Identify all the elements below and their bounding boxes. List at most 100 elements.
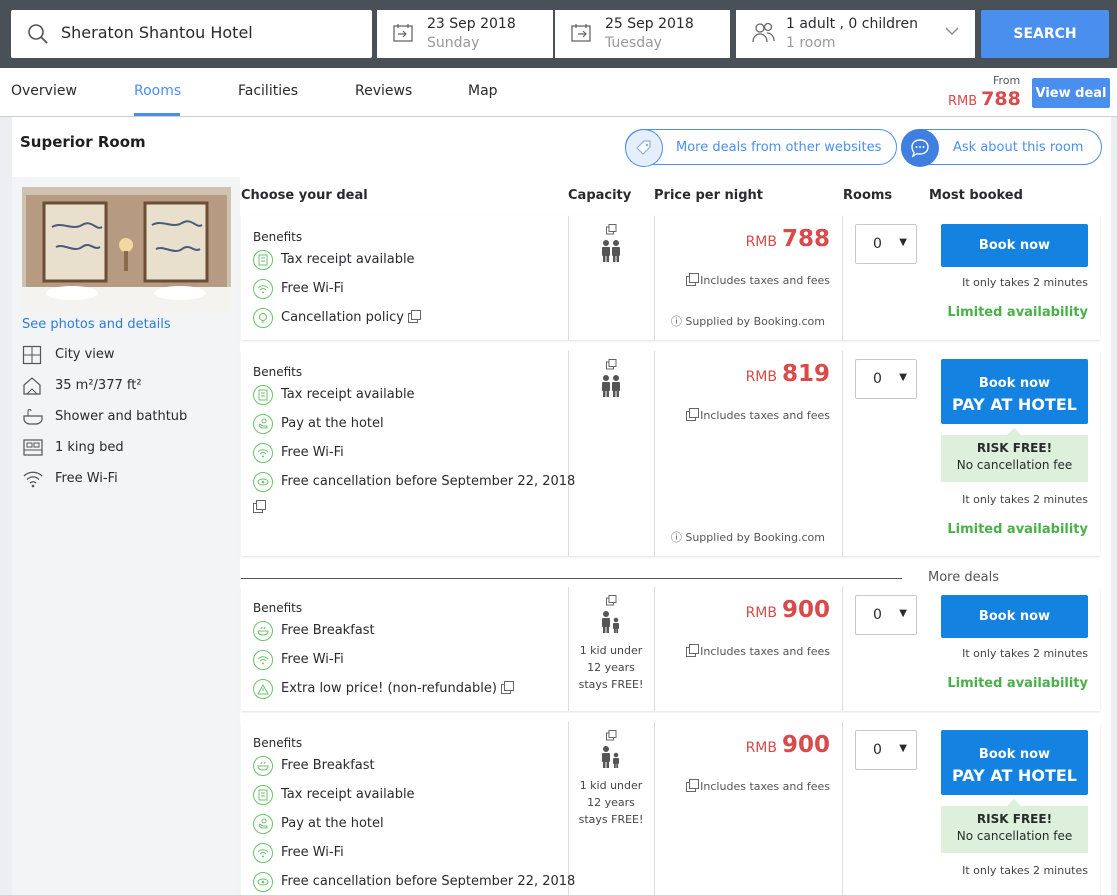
benefit-text: Free Breakfast — [281, 758, 375, 773]
guests-count: 1 adult , 0 children — [786, 16, 918, 32]
receipt-icon — [253, 785, 273, 805]
tab-reviews[interactable]: Reviews — [355, 83, 412, 99]
kid-stays-free-note: 1 kid under 12 years stays FREE! — [578, 779, 644, 826]
dropdown-arrow-icon: ▼ — [899, 237, 907, 248]
book-pay-at-hotel-button[interactable]: Book now PAY AT HOTEL — [941, 730, 1088, 795]
benefit-text: Free Wi-Fi — [281, 652, 344, 667]
risk-title: RISK FREE! — [976, 812, 1053, 826]
price-amount: 819 — [781, 361, 830, 387]
search-icon — [28, 24, 48, 44]
price-currency: RMB — [745, 369, 777, 385]
ask-about-room-button[interactable]: Ask about this room — [901, 129, 1102, 167]
receipt-icon — [253, 250, 273, 270]
checkin-day: Sunday — [427, 35, 480, 51]
checkout-date: 25 Sep 2018 — [605, 16, 694, 32]
benefit-text: Cancellation policy — [281, 310, 404, 325]
supplier-note: ⓘ Supplied by Booking.com — [671, 313, 825, 329]
from-label: From — [993, 74, 1021, 87]
risk-title: RISK FREE! — [976, 441, 1053, 455]
checkout-day: Tuesday — [605, 35, 662, 51]
checkout-calendar-icon — [571, 24, 591, 42]
benefit-text: Pay at the hotel — [281, 816, 384, 831]
info-popup-icon[interactable] — [686, 408, 700, 421]
tab-facilities[interactable]: Facilities — [238, 83, 298, 99]
chat-icon — [901, 129, 939, 167]
bed-icon — [23, 439, 43, 456]
hotel-search-input[interactable]: Sheraton Shantou Hotel — [11, 10, 372, 58]
guests-selector[interactable]: 1 adult , 0 children 1 room — [736, 10, 975, 58]
taxes-text: Includes taxes and fees — [700, 409, 830, 422]
tab-rooms[interactable]: Rooms — [134, 83, 181, 99]
more-deals-separator: More deals — [241, 570, 1100, 586]
info-popup-icon[interactable] — [605, 359, 617, 370]
search-button[interactable]: SEARCH — [981, 10, 1109, 58]
checkin-calendar-icon — [393, 24, 413, 42]
taxes-text: Includes taxes and fees — [700, 780, 830, 793]
room-panel: Superior Room More deals from other webs… — [12, 117, 1111, 895]
external-link-icon[interactable] — [407, 309, 421, 323]
info-popup-icon[interactable] — [605, 595, 617, 606]
view-deal-button[interactable]: View deal — [1032, 78, 1110, 108]
two-adults-icon — [602, 240, 620, 262]
benefit-text: Free Wi-Fi — [281, 281, 344, 296]
amenity-label: City view — [55, 347, 115, 362]
deal-row: Benefits Free Breakfast Free Wi-Fi Extra… — [241, 587, 1100, 711]
bathtub-icon — [23, 409, 43, 425]
supplier-note: ⓘ Supplied by Booking.com — [671, 529, 825, 545]
amenity-label: 1 king bed — [55, 440, 124, 455]
supplier-text: Supplied by Booking.com — [685, 531, 825, 544]
risk-free-note: RISK FREE! No cancellation fee — [941, 799, 1088, 853]
availability-badge: Limited availability — [947, 522, 1088, 537]
two-adults-icon — [602, 375, 620, 397]
taxes-note: Includes taxes and fees — [686, 408, 830, 422]
price-currency: RMB — [745, 234, 777, 250]
book-now-button[interactable]: Book now — [941, 595, 1088, 638]
book-label: Book now — [978, 375, 1051, 391]
taxes-text: Includes taxes and fees — [700, 645, 830, 658]
availability-badge: Limited availability — [947, 676, 1088, 691]
benefit-text: Free cancellation before September 22, 2… — [281, 874, 576, 889]
room-photo[interactable] — [22, 187, 231, 313]
benefit-text: Free cancellation before September 22, 2… — [281, 474, 576, 489]
checkin-date-field[interactable]: 23 Sep 2018 Sunday — [377, 10, 553, 58]
from-price: RMB 788 — [948, 88, 1021, 110]
more-deals-websites-button[interactable]: More deals from other websites — [625, 129, 897, 167]
taxes-note: Includes taxes and fees — [686, 644, 830, 658]
room-qty-select[interactable]: 0 ▼ — [855, 359, 917, 399]
amenity-label: Shower and bathtub — [55, 409, 188, 424]
book-now-button[interactable]: Book now — [941, 224, 1088, 267]
tab-overview[interactable]: Overview — [11, 83, 77, 99]
warning-icon — [253, 679, 273, 699]
external-link-icon[interactable] — [253, 500, 266, 513]
benefit-text: Tax receipt available — [281, 252, 415, 267]
adult-and-child-icon — [602, 611, 619, 633]
checkout-date-field[interactable]: 25 Sep 2018 Tuesday — [555, 10, 730, 58]
qty-value: 0 — [873, 371, 882, 387]
tab-map[interactable]: Map — [468, 83, 498, 99]
wifi-icon — [253, 650, 273, 670]
deal-row: Benefits Tax receipt available Pay at th… — [241, 351, 1100, 556]
hotel-nav: Overview Rooms Facilities Reviews Map Fr… — [0, 68, 1117, 117]
info-popup-icon[interactable] — [686, 779, 700, 792]
info-popup-icon[interactable] — [686, 273, 700, 286]
guests-icon — [752, 22, 775, 43]
room-qty-select[interactable]: 0 ▼ — [855, 730, 917, 770]
capacity-cell — [568, 224, 654, 267]
room-qty-select[interactable]: 0 ▼ — [855, 595, 917, 635]
info-popup-icon[interactable] — [605, 730, 617, 741]
header-choose-deal: Choose your deal — [241, 188, 368, 203]
room-qty-select[interactable]: 0 ▼ — [855, 224, 917, 264]
amenity-label: 35 m²/377 ft² — [55, 378, 142, 393]
info-popup-icon[interactable] — [686, 644, 700, 657]
dropdown-arrow-icon: ▼ — [899, 372, 907, 383]
qty-value: 0 — [873, 742, 882, 758]
see-photos-link[interactable]: See photos and details — [22, 317, 171, 332]
hand-money-icon — [253, 414, 273, 434]
external-link-icon[interactable] — [500, 680, 514, 694]
price-amount: 788 — [781, 226, 830, 252]
chevron-down-icon — [945, 27, 959, 35]
header-price-per-night: Price per night — [654, 188, 763, 203]
deal-price: RMB 900 — [746, 597, 830, 623]
book-pay-at-hotel-button[interactable]: Book now PAY AT HOTEL — [941, 359, 1088, 424]
info-popup-icon[interactable] — [605, 224, 617, 235]
